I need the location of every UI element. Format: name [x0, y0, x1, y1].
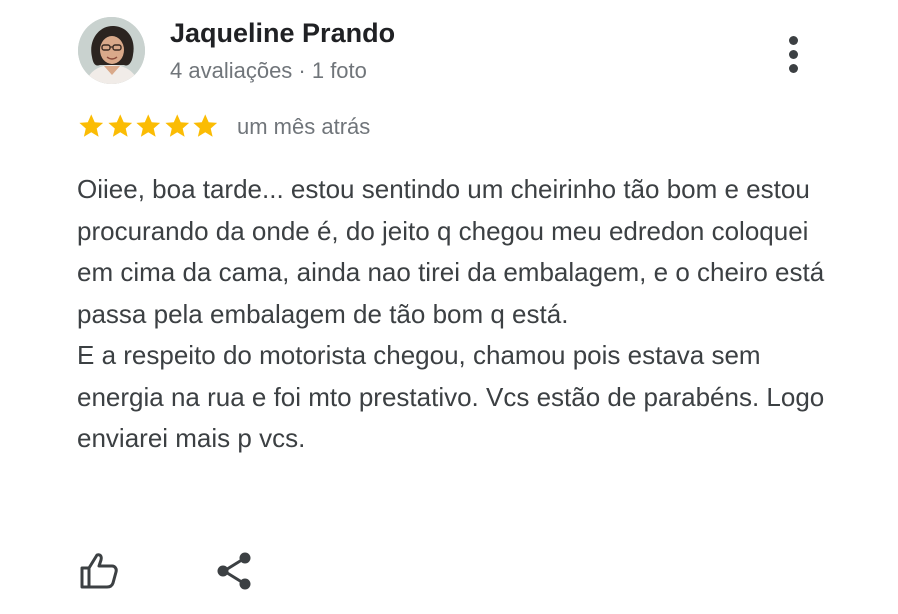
star-icon	[193, 114, 218, 137]
review-date: um mês atrás	[237, 114, 371, 139]
star-rating	[77, 110, 220, 142]
review-card: Jaqueline Prando 4 avaliações · 1 foto u…	[0, 0, 898, 614]
thumb-up-icon	[80, 553, 118, 589]
author-stats: 4 avaliações · 1 foto	[170, 58, 367, 83]
review-paragraph: E a respeito do motorista chegou, chamou…	[77, 340, 825, 453]
star-icon	[164, 114, 189, 137]
share-button[interactable]	[214, 551, 254, 591]
star-icon	[79, 114, 104, 137]
review-text: Oiiee, boa tarde... estou sentindo um ch…	[77, 169, 837, 460]
more-vert-icon	[789, 36, 798, 45]
avatar-photo	[78, 17, 145, 84]
author-name[interactable]: Jaqueline Prando	[170, 18, 395, 49]
avatar[interactable]	[78, 17, 145, 84]
share-icon	[217, 552, 251, 590]
review-paragraph: Oiiee, boa tarde... estou sentindo um ch…	[77, 174, 825, 329]
more-options-button[interactable]	[778, 30, 810, 78]
star-icon	[107, 114, 132, 137]
like-button[interactable]	[78, 551, 120, 591]
star-icon	[136, 114, 161, 137]
